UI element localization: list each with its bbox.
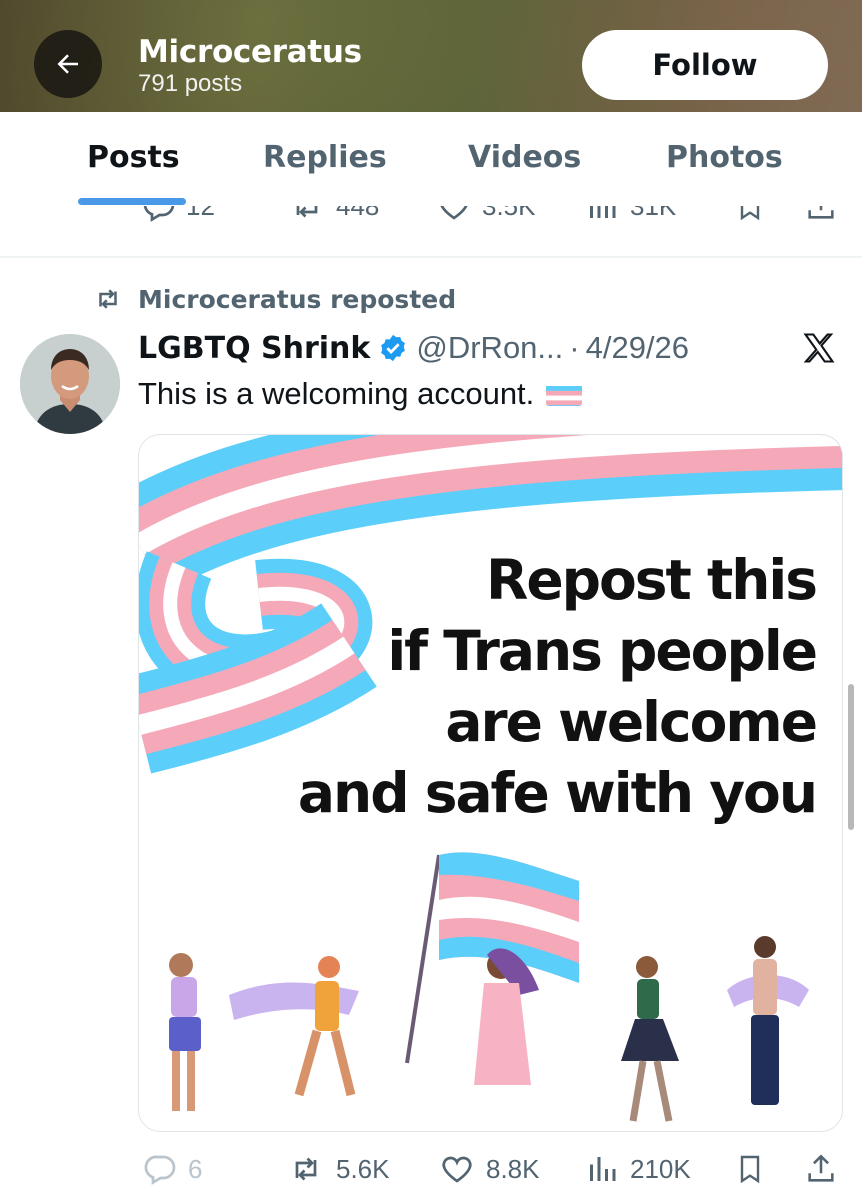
follow-button[interactable]: Follow <box>582 30 828 100</box>
repost-count: 5.6K <box>336 1153 390 1184</box>
prev-like-button[interactable]: 3.5K <box>436 206 536 224</box>
author-avatar[interactable] <box>20 334 120 434</box>
media-line-3: are welcome <box>445 690 818 754</box>
verified-badge-icon <box>378 333 408 363</box>
like-count: 8.8K <box>486 1153 540 1184</box>
reply-icon <box>144 1155 176 1185</box>
bookmark-icon <box>740 1155 760 1184</box>
prev-repost-button[interactable]: 448 <box>288 206 379 224</box>
tweet-media-image[interactable]: ParadigmPins.com Repost this if Trans pe… <box>138 434 843 1132</box>
views-icon <box>590 206 616 218</box>
profile-name: Microceratus <box>138 34 362 70</box>
views-icon <box>590 1157 616 1181</box>
profile-tabs: Posts Replies Videos Photos <box>0 112 862 206</box>
tweet-text: This is a welcoming account. <box>138 376 583 412</box>
transgender-flag-icon <box>546 382 583 406</box>
bookmark-icon <box>740 206 760 221</box>
repost-indicator[interactable]: Microceratus reposted <box>90 284 456 314</box>
share-icon <box>808 1154 834 1182</box>
prev-reply-button[interactable]: 12 <box>140 206 215 224</box>
view-count: 210K <box>630 1153 691 1184</box>
repost-label: Microceratus reposted <box>138 284 457 314</box>
repost-icon <box>99 289 117 309</box>
tab-photos[interactable]: Photos <box>666 140 783 175</box>
heart-icon <box>442 1156 472 1183</box>
tab-videos[interactable]: Videos <box>468 140 581 175</box>
media-line-1: Repost this <box>485 548 818 612</box>
profile-header: Microceratus 791 posts Follow <box>0 0 862 112</box>
tab-replies[interactable]: Replies <box>263 140 387 175</box>
share-button[interactable] <box>804 1146 838 1192</box>
tweet-actions: 6 5.6K 8.8K 210K <box>0 1146 862 1196</box>
share-icon <box>808 206 834 219</box>
active-tab-indicator <box>78 198 186 205</box>
author-handle[interactable]: @DrRon... <box>416 330 563 366</box>
arrow-left-icon <box>57 54 78 74</box>
media-line-4: and safe with you <box>297 761 818 825</box>
tweet-body: This is a welcoming account. <box>138 376 535 411</box>
bookmark-button[interactable] <box>734 1146 766 1192</box>
media-line-2: if Trans people <box>387 619 818 683</box>
tweet-date[interactable]: 4/29/26 <box>586 330 689 366</box>
repost-icon <box>295 1157 317 1181</box>
views-button[interactable]: 210K <box>584 1146 691 1192</box>
scrollbar[interactable] <box>848 684 854 830</box>
author-name[interactable]: LGBTQ Shrink <box>138 331 370 366</box>
x-logo-icon <box>800 330 838 371</box>
reply-count: 6 <box>188 1153 203 1184</box>
prev-like-count: 3.5K <box>482 206 536 222</box>
media-headline: Repost this if Trans people are welcome … <box>297 545 818 829</box>
heart-icon <box>440 206 468 220</box>
reply-button[interactable]: 6 <box>140 1146 202 1192</box>
post-count: 791 posts <box>138 70 243 97</box>
post-divider <box>0 256 862 258</box>
prev-reply-count: 12 <box>186 206 215 222</box>
reply-icon <box>143 206 175 222</box>
person-photo-icon <box>20 334 120 434</box>
prev-share-button[interactable] <box>804 206 838 224</box>
separator-dot: · <box>569 330 580 365</box>
tweet-header: LGBTQ Shrink @DrRon... · 4/29/26 <box>138 330 689 366</box>
like-button[interactable]: 8.8K <box>438 1146 540 1192</box>
previous-post-actions: 12 448 3.5K 31K <box>0 206 862 234</box>
prev-view-count: 31K <box>630 206 676 222</box>
prev-views-button[interactable]: 31K <box>584 206 676 224</box>
prev-bookmark-button[interactable] <box>734 206 766 224</box>
tab-posts[interactable]: Posts <box>87 140 180 175</box>
repost-icon <box>296 206 318 218</box>
repost-button[interactable]: 5.6K <box>286 1146 390 1192</box>
prev-repost-count: 448 <box>336 206 379 222</box>
back-button[interactable] <box>34 30 102 98</box>
